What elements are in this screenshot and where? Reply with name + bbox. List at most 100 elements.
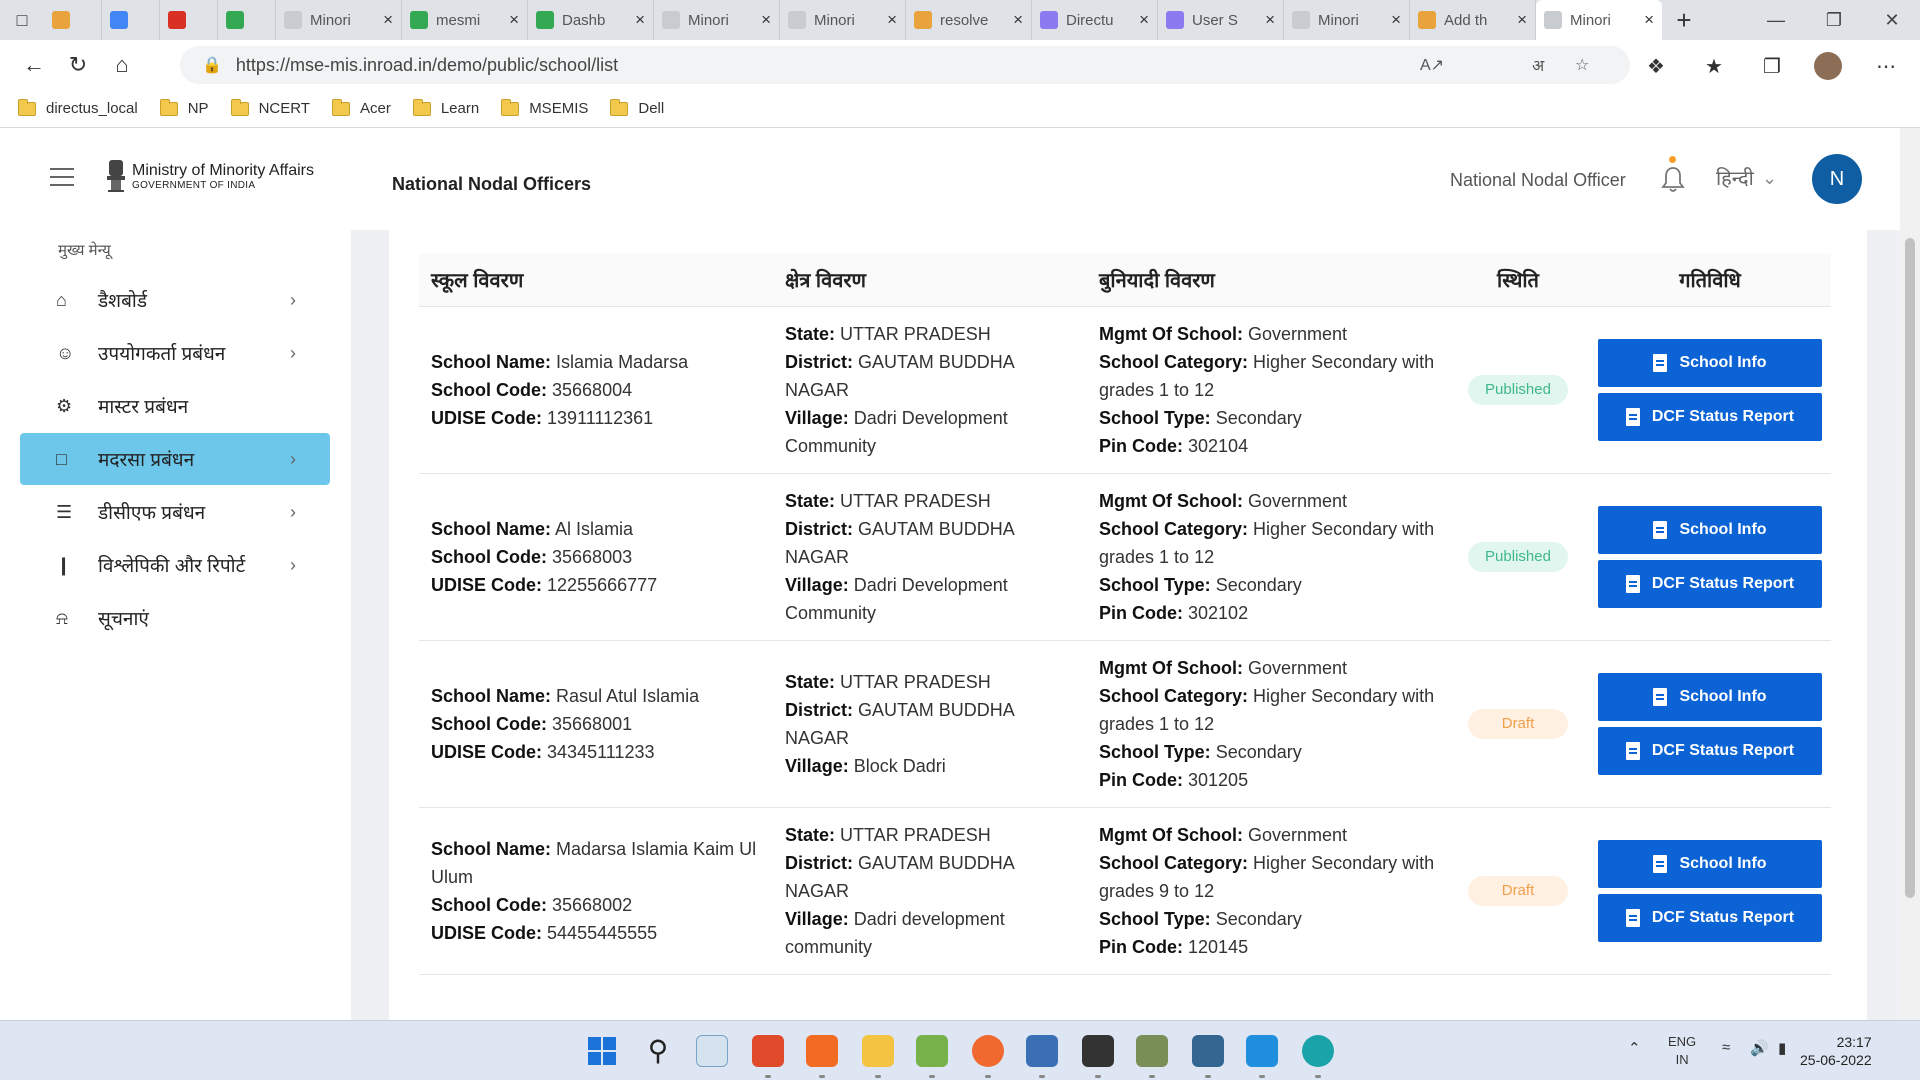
close-tab-icon[interactable]: × [383,10,393,30]
avatar[interactable]: N [1812,154,1862,204]
browser-tab[interactable] [44,0,102,40]
vscode-icon[interactable] [1246,1035,1278,1078]
close-tab-icon[interactable]: × [1517,10,1527,30]
basic-details-cell: Mgmt Of School: Government School Categor… [1087,473,1447,641]
bookmark-item[interactable]: directus_local [18,98,138,117]
sidebar-item[interactable]: ⌂ डैशबोर्ड › [20,274,330,326]
windows-start-icon[interactable] [586,1035,618,1067]
browser-tab[interactable]: Minori × [276,0,402,40]
favorites-icon[interactable]: ★ [1694,46,1734,86]
new-tab-icon[interactable]: + [1662,0,1706,40]
xampp-icon[interactable] [806,1035,838,1078]
school-info-button[interactable]: School Info [1598,505,1822,554]
bookmark-item[interactable]: Dell [610,98,664,117]
field-value: UTTAR PRADESH [840,824,991,845]
close-tab-icon[interactable]: × [1265,10,1275,30]
browser-tab[interactable]: Minori × [1536,0,1662,40]
browser-tab[interactable] [160,0,218,40]
notification-bell-icon[interactable] [1660,164,1686,194]
sidebar-item[interactable]: □ मदरसा प्रबंधन › [20,433,330,485]
close-tab-icon[interactable]: × [509,10,519,30]
sidebar-item[interactable]: ⍾ सूचनाएं [20,592,330,644]
clock[interactable]: 23:17 25-06-2022 [1800,1033,1872,1069]
browser-tab[interactable]: Dashb × [528,0,654,40]
app-icon-3[interactable] [1136,1035,1168,1078]
bookmark-item[interactable]: Acer [331,98,391,117]
app-icon-1[interactable] [752,1035,784,1078]
tab-actions-icon[interactable]: □ [0,0,44,40]
page-scrollbar[interactable] [1900,128,1920,1020]
postgres-icon[interactable] [1192,1035,1224,1078]
edge-icon[interactable] [1302,1035,1334,1078]
browser-tab[interactable]: Minori × [1284,0,1410,40]
home-icon[interactable]: ⌂ [100,43,144,87]
field-value: 35668003 [552,546,633,567]
profile-icon[interactable] [1808,46,1848,86]
bookmark-item[interactable]: NCERT [230,98,310,117]
browser-tab[interactable] [218,0,276,40]
url-field[interactable]: 🔒 https://mse-mis.inroad.in/demo/public/… [180,46,1630,84]
close-tab-icon[interactable]: × [635,10,645,30]
school-info-button[interactable]: School Info [1598,338,1822,387]
field-label: UDISE Code: [431,407,543,428]
favorite-icon[interactable]: ☆ [1575,46,1589,84]
network-app-icon[interactable] [1026,1035,1058,1078]
scrollbar-thumb[interactable] [1905,238,1915,898]
language-indicator[interactable]: ENG IN [1668,1033,1696,1069]
bookmark-item[interactable]: Learn [412,98,479,117]
browser-tab[interactable]: resolve × [906,0,1032,40]
pdf-icon [1653,687,1668,706]
volume-icon[interactable]: 🔊 [1750,1039,1769,1057]
app-icon-2[interactable] [916,1035,948,1078]
file-explorer-icon[interactable] [862,1035,894,1078]
dcf-status-report-button[interactable]: DCF Status Report [1598,559,1822,608]
language-selector[interactable]: हिन्दी [1716,164,1754,191]
bookmark-item[interactable]: MSEMIS [501,98,588,117]
extensions-icon[interactable]: ❖ [1636,46,1676,86]
more-menu-icon[interactable]: ⋯ [1866,46,1906,86]
browser-tab[interactable]: Directu × [1032,0,1158,40]
search-icon[interactable]: ⚲ [642,1035,674,1067]
postman-icon[interactable] [972,1035,1004,1078]
tray-chevron-icon[interactable]: ⌃ [1628,1039,1641,1057]
restore-icon[interactable]: ❐ [1806,0,1862,40]
close-tab-icon[interactable]: × [761,10,771,30]
collections-icon[interactable]: ❐ [1752,46,1792,86]
sidebar-item[interactable]: ☺ उपयोगकर्ता प्रबंधन › [20,327,330,379]
task-view-icon[interactable] [696,1035,728,1067]
sidebar-item[interactable]: ⚙ मास्टर प्रबंधन [20,380,330,432]
school-info-button[interactable]: School Info [1598,839,1822,888]
close-tab-icon[interactable]: × [887,10,897,30]
chevron-down-icon[interactable]: ⌄ [1762,168,1777,189]
dcf-status-report-button[interactable]: DCF Status Report [1598,893,1822,942]
dcf-status-report-button[interactable]: DCF Status Report [1598,726,1822,775]
browser-tab[interactable]: Add th × [1410,0,1536,40]
browser-tab[interactable]: Minori × [654,0,780,40]
dcf-status-report-button[interactable]: DCF Status Report [1598,392,1822,441]
school-info-button[interactable]: School Info [1598,672,1822,721]
refresh-icon[interactable]: ↻ [56,43,100,87]
field-label: Village: [785,407,849,428]
read-aloud-icon[interactable]: A↗ [1420,46,1444,84]
browser-tab[interactable]: User S × [1158,0,1284,40]
minimize-icon[interactable]: — [1748,0,1804,40]
back-icon[interactable]: ← [12,43,56,87]
sidebar-item[interactable]: ☰ डीसीएफ प्रबंधन › [20,486,330,538]
bookmark-item[interactable]: NP [159,98,209,117]
battery-icon[interactable]: ▮ [1778,1039,1786,1057]
browser-tab[interactable] [102,0,160,40]
close-tab-icon[interactable]: × [1013,10,1023,30]
close-tab-icon[interactable]: × [1139,10,1149,30]
menu-toggle-icon[interactable] [50,168,74,192]
browser-tab[interactable]: Minori × [780,0,906,40]
pdf-icon [1625,741,1640,760]
close-window-icon[interactable]: ✕ [1864,0,1920,40]
wifi-icon[interactable]: ≈ [1722,1039,1730,1056]
translate-icon[interactable]: अ [1532,46,1544,84]
terminal-icon[interactable] [1082,1035,1114,1078]
close-tab-icon[interactable]: × [1644,10,1654,30]
close-tab-icon[interactable]: × [1391,10,1401,30]
sidebar-item[interactable]: ❙ विश्लेपिकी और रिपोर्ट › [20,539,330,591]
status-badge: Published [1468,375,1568,405]
browser-tab[interactable]: mesmi × [402,0,528,40]
